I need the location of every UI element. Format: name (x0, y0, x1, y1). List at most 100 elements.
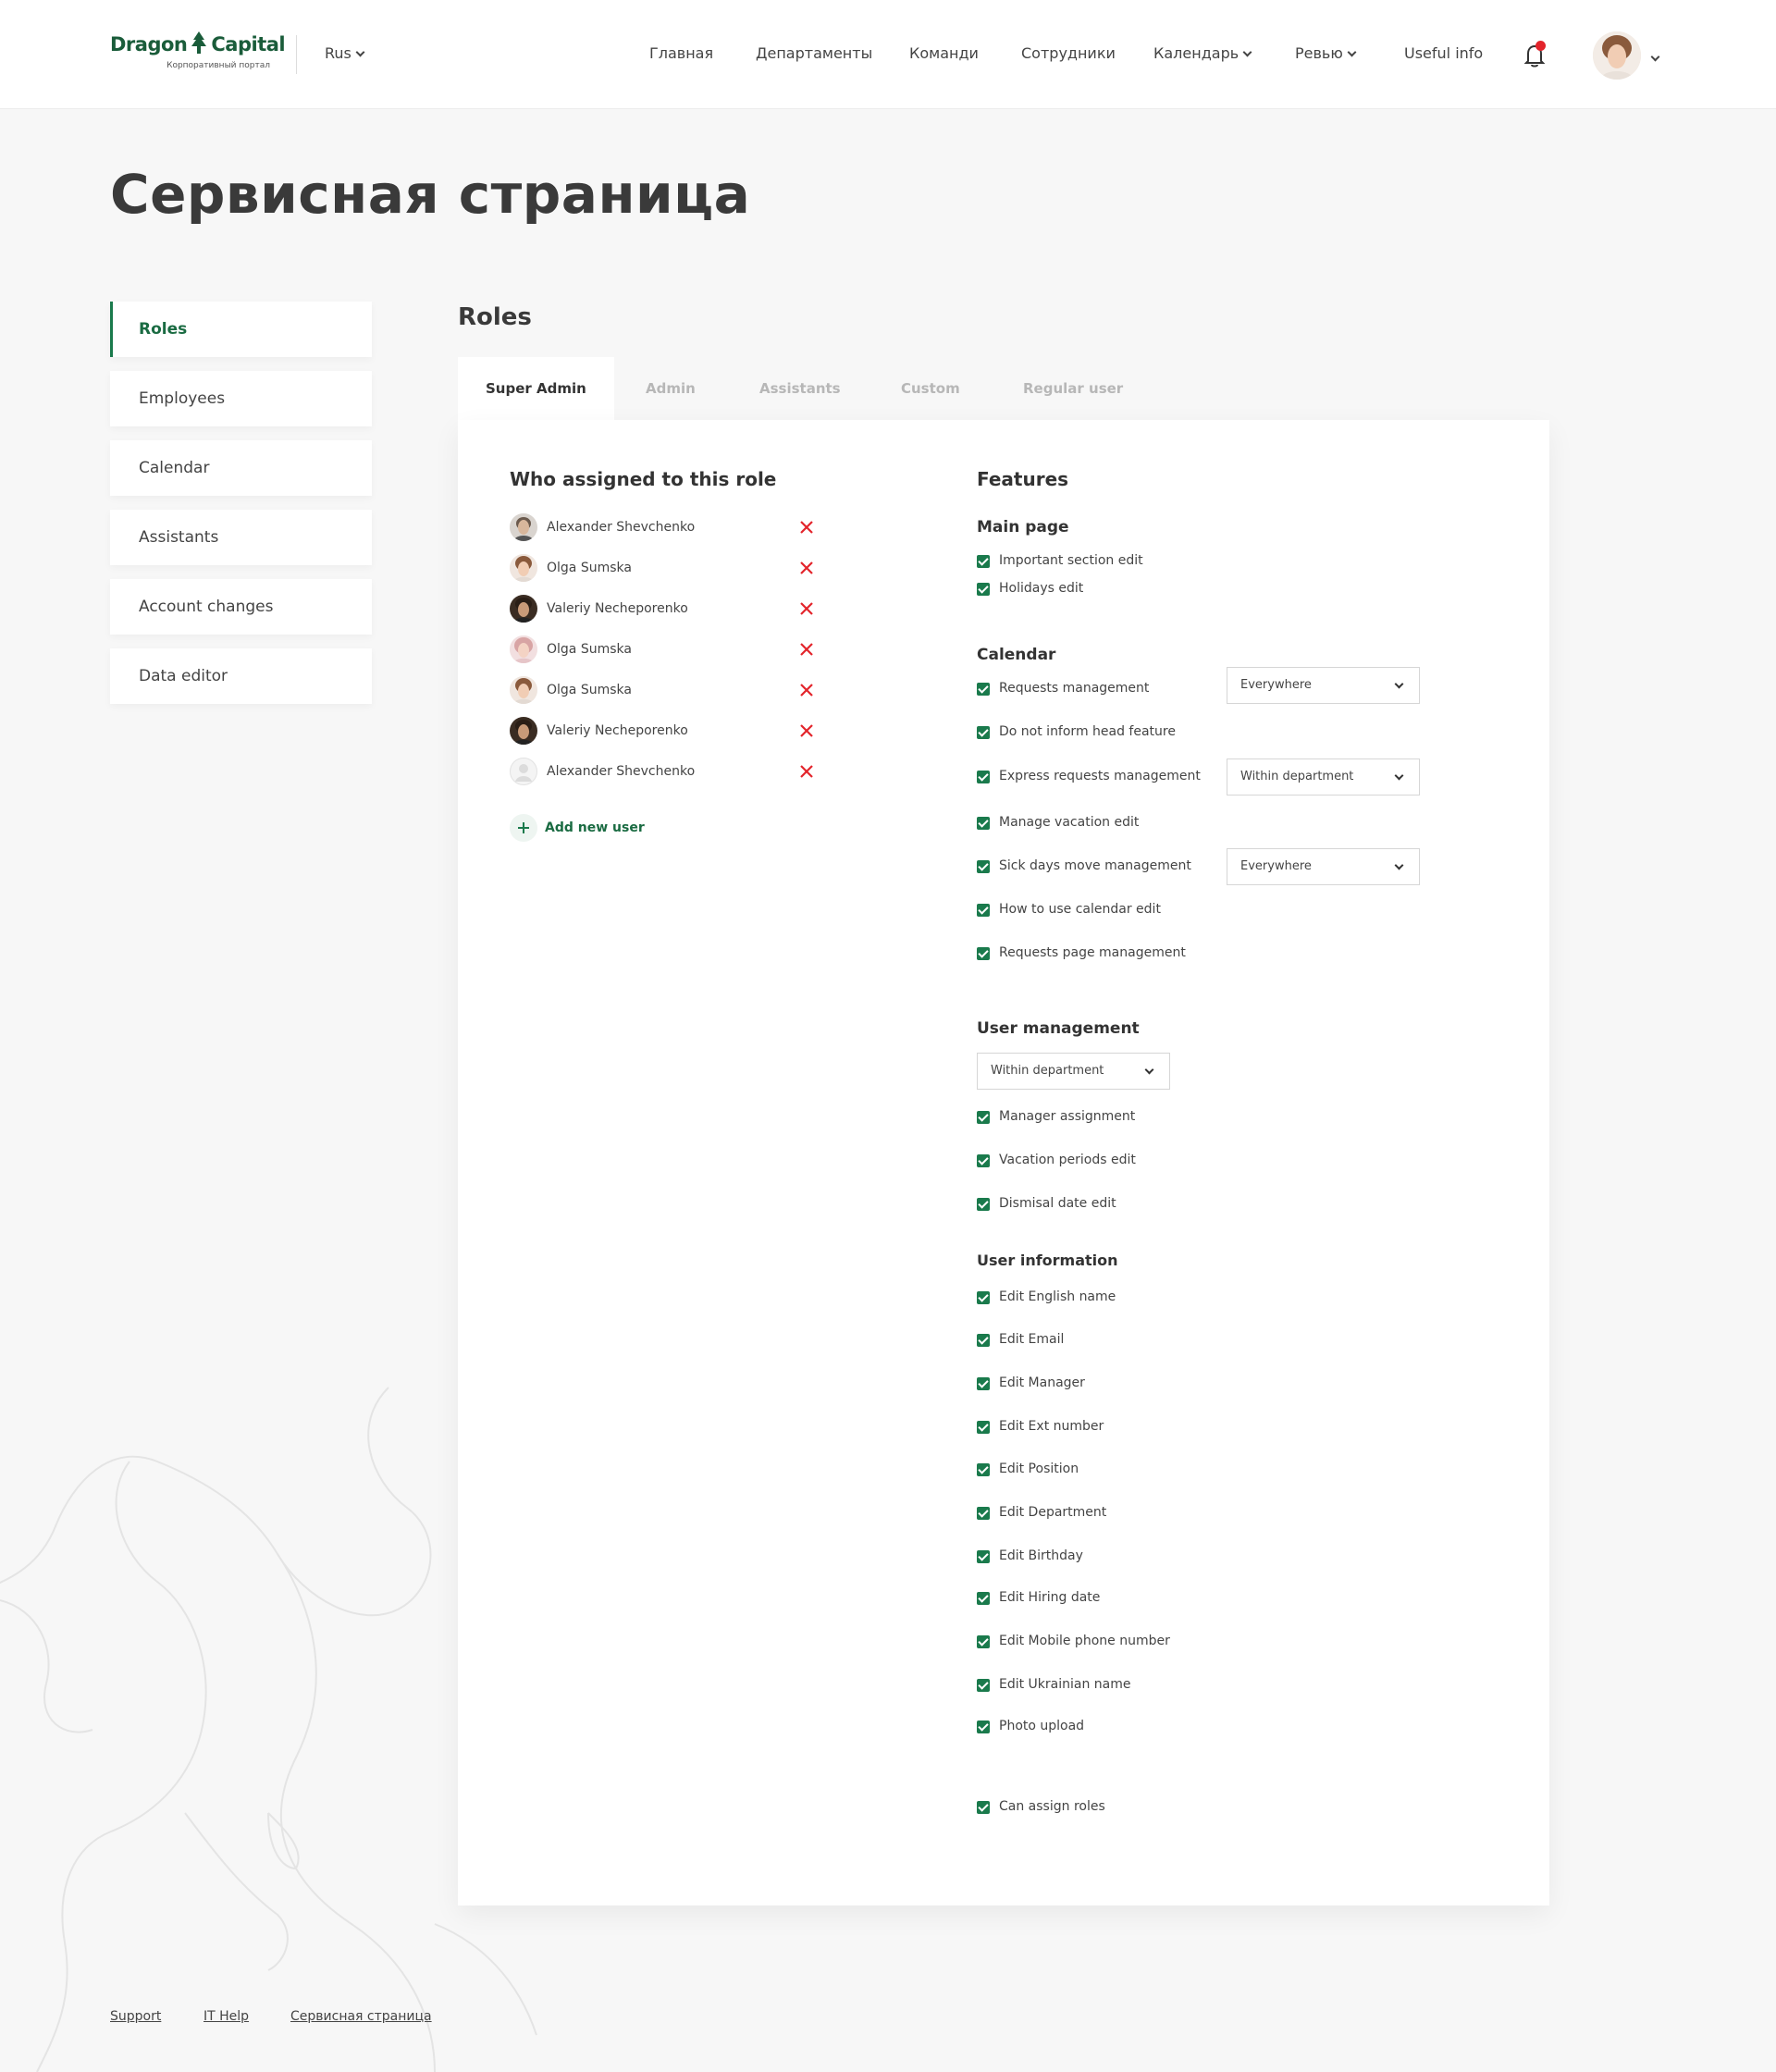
checkbox-checked-icon (977, 1421, 990, 1434)
checkbox-label: Edit Birthday (999, 1548, 1083, 1563)
remove-user-close-icon[interactable] (797, 559, 816, 577)
sidebar-item-calendar[interactable]: Calendar (110, 440, 372, 496)
checkbox-label: Edit Position (999, 1462, 1079, 1476)
avatar (510, 758, 537, 785)
checkbox-label: Edit Mobile phone number (999, 1634, 1170, 1648)
list-item: Alexander Shevchenko (510, 758, 824, 787)
checkbox-label: Manager assignment (999, 1109, 1136, 1124)
user-avatar[interactable] (1593, 31, 1641, 80)
select-value: Everywhere (1240, 678, 1312, 692)
checkbox-checked-icon (977, 947, 990, 960)
nav-calendar-label: Календарь (1153, 44, 1240, 62)
nav-useful-info[interactable]: Useful info (1404, 44, 1483, 62)
checkbox-checked-icon (977, 1801, 990, 1814)
footer-link-it-help[interactable]: IT Help (204, 2009, 249, 2024)
checkbox-label: Edit Hiring date (999, 1590, 1101, 1605)
tab-regular-user[interactable]: Regular user (1023, 357, 1123, 420)
checkbox-label: Express requests management (999, 769, 1201, 783)
checkbox-label: Photo upload (999, 1719, 1085, 1733)
sidebar-item-assistants[interactable]: Assistants (110, 510, 372, 565)
checkbox-checked-icon (977, 1635, 990, 1648)
sick-days-scope-select[interactable]: Everywhere (1227, 848, 1420, 885)
select-value: Within department (991, 1064, 1104, 1078)
list-item: Valeriy Necheporenko (510, 595, 824, 624)
user-name: Olga Sumska (547, 561, 632, 575)
language-selector[interactable]: Rus (325, 44, 365, 62)
sidebar-item-roles[interactable]: Roles (110, 302, 372, 357)
sidebar-item-account-changes[interactable]: Account changes (110, 579, 372, 635)
user-management-scope-select[interactable]: Within department (977, 1053, 1170, 1090)
remove-user-close-icon[interactable] (797, 681, 816, 699)
checkbox-label: Vacation periods edit (999, 1153, 1136, 1167)
tab-admin[interactable]: Admin (646, 357, 696, 420)
checkbox-label: Holidays edit (999, 581, 1084, 596)
checkbox-checked-icon (977, 1377, 990, 1390)
list-item: Olga Sumska (510, 635, 824, 665)
chevron-down-icon (1394, 860, 1404, 870)
nav-main[interactable]: Главная (649, 44, 713, 62)
tab-assistants[interactable]: Assistants (759, 357, 841, 420)
notification-badge (1536, 41, 1546, 51)
checkbox-checked-icon (977, 1111, 990, 1124)
remove-user-close-icon[interactable] (797, 599, 816, 618)
checkbox-label: Requests page management (999, 945, 1186, 960)
logo-wordmark: Dragon Capital (110, 31, 286, 56)
remove-user-close-icon[interactable] (797, 640, 816, 659)
language-label: Rus (325, 44, 352, 62)
checkbox-checked-icon (977, 683, 990, 696)
dragon-logo-icon (191, 31, 207, 54)
avatar-image (1593, 31, 1641, 80)
notifications-button[interactable] (1523, 41, 1547, 68)
tab-super-admin[interactable]: Super Admin (458, 357, 614, 420)
user-name: Olga Sumska (547, 683, 632, 697)
avatar (510, 635, 537, 663)
sidebar-item-data-editor[interactable]: Data editor (110, 648, 372, 704)
checkbox-label: How to use calendar edit (999, 902, 1161, 917)
nav-employees[interactable]: Сотрудники (1021, 44, 1116, 62)
express-requests-scope-select[interactable]: Within department (1227, 758, 1420, 796)
remove-user-close-icon[interactable] (797, 722, 816, 740)
sidebar-item-employees[interactable]: Employees (110, 371, 372, 426)
user-name: Olga Sumska (547, 642, 632, 657)
avatar-image (510, 513, 537, 541)
checkbox-label: Edit Ukrainian name (999, 1677, 1131, 1692)
footer-link-service-page[interactable]: Сервисная страница (290, 2009, 432, 2024)
avatar (510, 676, 537, 704)
avatar-image (510, 635, 537, 663)
nav-departments[interactable]: Департаменты (756, 44, 872, 62)
nav-review[interactable]: Ревью (1295, 44, 1357, 62)
checkbox-checked-icon (977, 583, 990, 596)
checkbox-checked-icon (977, 860, 990, 873)
checkbox-checked-icon (977, 904, 990, 917)
profile-menu-toggle[interactable] (1646, 49, 1660, 67)
checkbox-label: Can assign roles (999, 1799, 1105, 1814)
remove-user-close-icon[interactable] (797, 518, 816, 536)
checkbox-checked-icon (977, 1507, 990, 1520)
requests-management-scope-select[interactable]: Everywhere (1227, 667, 1420, 704)
top-header: Dragon Capital Корпоративный портал Rus Г… (0, 0, 1776, 109)
checkbox-label: Do not inform head feature (999, 724, 1176, 739)
nav-review-label: Ревью (1295, 44, 1343, 62)
role-details-card: Who assigned to this role Alexander Shev… (458, 420, 1549, 1906)
checkbox-checked-icon (977, 555, 990, 568)
checkbox-label: Manage vacation edit (999, 815, 1140, 830)
chevron-down-icon (1650, 52, 1660, 62)
checkbox-checked-icon (977, 1198, 990, 1211)
page-title: Сервисная страница (110, 163, 751, 226)
chevron-down-icon (1144, 1065, 1154, 1075)
user-information-title: User information (977, 1252, 1118, 1269)
footer-link-support[interactable]: Support (110, 2009, 161, 2024)
nav-calendar[interactable]: Календарь (1153, 44, 1252, 62)
tab-custom[interactable]: Custom (901, 357, 960, 420)
main-page-title: Main page (977, 518, 1069, 536)
list-item: Olga Sumska (510, 554, 824, 584)
user-name: Alexander Shevchenko (547, 520, 696, 535)
nav-teams[interactable]: Команди (909, 44, 979, 62)
checkbox-label: Edit Email (999, 1332, 1065, 1347)
features-title: Features (977, 468, 1069, 490)
remove-user-close-icon[interactable] (797, 762, 816, 781)
checkbox-label: Dismisal date edit (999, 1196, 1116, 1211)
brand-logo[interactable]: Dragon Capital Корпоративный портал (110, 31, 286, 72)
select-value: Everywhere (1240, 859, 1312, 873)
avatar (510, 595, 537, 623)
